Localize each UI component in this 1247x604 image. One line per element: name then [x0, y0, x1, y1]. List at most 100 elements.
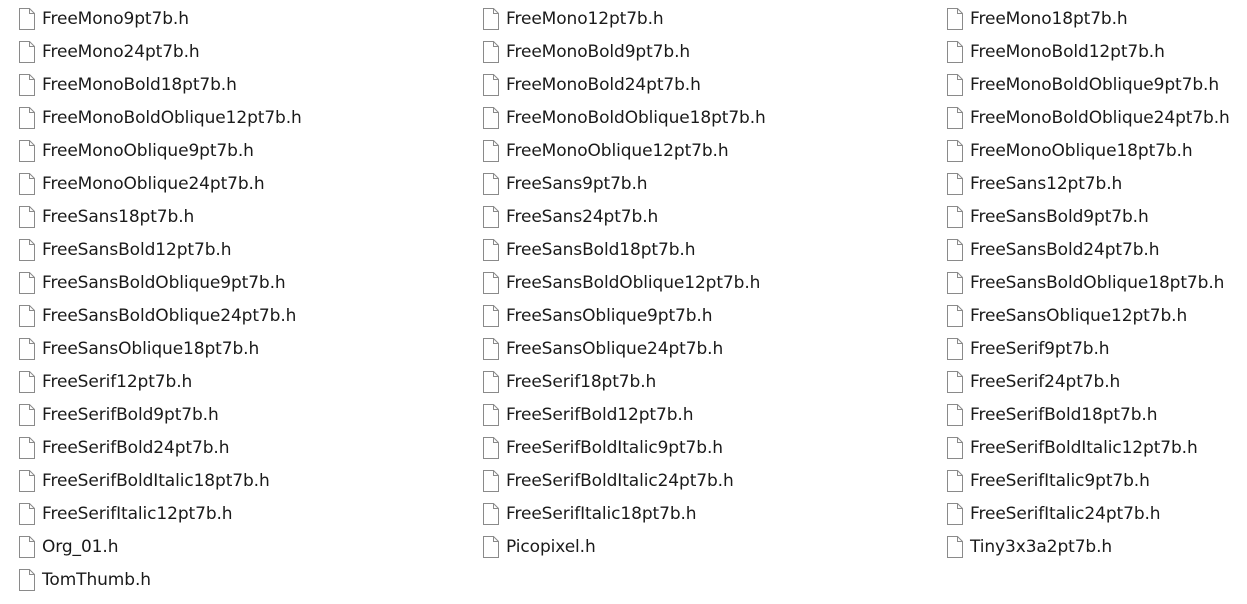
file-item[interactable]: TomThumb.h — [18, 565, 151, 595]
file-item[interactable]: FreeMonoBold24pt7b.h — [482, 70, 701, 100]
file-item[interactable]: FreeMonoOblique24pt7b.h — [18, 169, 265, 199]
file-item[interactable]: Picopixel.h — [482, 532, 596, 562]
file-item[interactable]: FreeSansBoldOblique24pt7b.h — [18, 301, 296, 331]
file-name-label: FreeSerifBold24pt7b.h — [42, 438, 230, 458]
file-item[interactable]: FreeSans9pt7b.h — [482, 169, 648, 199]
file-item[interactable]: FreeMono24pt7b.h — [18, 37, 200, 67]
file-item[interactable]: FreeSansOblique12pt7b.h — [946, 301, 1187, 331]
file-name-label: FreeSansOblique18pt7b.h — [42, 339, 260, 359]
file-item[interactable]: FreeSerifItalic9pt7b.h — [946, 466, 1150, 496]
file-item[interactable]: FreeSerifItalic24pt7b.h — [946, 499, 1161, 529]
file-item[interactable]: FreeMono12pt7b.h — [482, 4, 664, 34]
file-name-label: FreeMono24pt7b.h — [42, 42, 200, 62]
file-item[interactable]: FreeSansBold9pt7b.h — [946, 202, 1149, 232]
file-item[interactable]: FreeMonoOblique12pt7b.h — [482, 136, 729, 166]
file-name-label: Tiny3x3a2pt7b.h — [970, 537, 1113, 557]
file-name-label: FreeSerif18pt7b.h — [506, 372, 657, 392]
file-item[interactable]: FreeMonoOblique9pt7b.h — [18, 136, 254, 166]
file-item[interactable]: FreeMonoBold12pt7b.h — [946, 37, 1165, 67]
file-name-label: FreeSansOblique24pt7b.h — [506, 339, 724, 359]
file-item[interactable]: FreeSans24pt7b.h — [482, 202, 658, 232]
file-name-label: FreeSerif24pt7b.h — [970, 372, 1121, 392]
document-icon — [18, 403, 36, 427]
file-name-label: FreeSansOblique12pt7b.h — [970, 306, 1188, 326]
file-name-label: FreeMonoBold24pt7b.h — [506, 75, 701, 95]
document-icon — [18, 238, 36, 262]
file-name-label: FreeMonoOblique18pt7b.h — [970, 141, 1193, 161]
file-item[interactable]: FreeSerifBold18pt7b.h — [946, 400, 1157, 430]
document-icon — [946, 106, 964, 130]
file-item[interactable]: FreeSerif9pt7b.h — [946, 334, 1110, 364]
file-list: FreeMono9pt7b.h FreeMono12pt7b.h FreeMono1… — [0, 0, 1247, 604]
document-icon — [482, 337, 500, 361]
file-name-label: FreeSansBold18pt7b.h — [506, 240, 696, 260]
document-icon — [946, 73, 964, 97]
file-item[interactable]: Tiny3x3a2pt7b.h — [946, 532, 1112, 562]
document-icon — [482, 73, 500, 97]
file-item[interactable]: FreeSerifBoldItalic24pt7b.h — [482, 466, 734, 496]
file-item[interactable]: FreeSansBoldOblique9pt7b.h — [18, 268, 286, 298]
file-name-label: TomThumb.h — [42, 570, 151, 590]
file-item[interactable]: FreeSansOblique18pt7b.h — [18, 334, 259, 364]
document-icon — [946, 205, 964, 229]
file-item[interactable]: FreeSerifBold12pt7b.h — [482, 400, 693, 430]
file-item[interactable]: FreeMonoBoldOblique18pt7b.h — [482, 103, 766, 133]
file-item[interactable]: FreeSerif24pt7b.h — [946, 367, 1120, 397]
document-icon — [482, 271, 500, 295]
file-item[interactable]: FreeSerifItalic12pt7b.h — [18, 499, 233, 529]
file-item[interactable]: FreeSerifBold24pt7b.h — [18, 433, 229, 463]
file-name-label: FreeMonoBold9pt7b.h — [506, 42, 691, 62]
document-icon — [18, 502, 36, 526]
file-item[interactable]: FreeSerif18pt7b.h — [482, 367, 656, 397]
file-name-label: FreeSerifItalic24pt7b.h — [970, 504, 1161, 524]
document-icon — [18, 535, 36, 559]
file-name-label: FreeSerifBoldItalic24pt7b.h — [506, 471, 734, 491]
file-name-label: FreeSansBold12pt7b.h — [42, 240, 232, 260]
document-icon — [482, 172, 500, 196]
document-icon — [946, 271, 964, 295]
file-item[interactable]: FreeSerifBold9pt7b.h — [18, 400, 219, 430]
file-item[interactable]: FreeSansBoldOblique12pt7b.h — [482, 268, 760, 298]
document-icon — [18, 337, 36, 361]
file-item[interactable]: FreeSansBold18pt7b.h — [482, 235, 695, 265]
file-item[interactable]: FreeMonoBoldOblique12pt7b.h — [18, 103, 302, 133]
file-item[interactable]: FreeMonoOblique18pt7b.h — [946, 136, 1193, 166]
file-item[interactable]: FreeSansBoldOblique18pt7b.h — [946, 268, 1224, 298]
file-item[interactable]: FreeMonoBoldOblique9pt7b.h — [946, 70, 1219, 100]
file-item[interactable]: FreeSerifBoldItalic18pt7b.h — [18, 466, 270, 496]
document-icon — [482, 502, 500, 526]
file-name-label: FreeSerifBoldItalic12pt7b.h — [970, 438, 1198, 458]
file-item[interactable]: FreeMonoBold9pt7b.h — [482, 37, 690, 67]
file-item[interactable]: FreeSansOblique24pt7b.h — [482, 334, 723, 364]
document-icon — [18, 40, 36, 64]
document-icon — [18, 172, 36, 196]
file-item[interactable]: FreeSerif12pt7b.h — [18, 367, 192, 397]
document-icon — [482, 469, 500, 493]
document-icon — [482, 370, 500, 394]
file-item[interactable]: FreeSansBold12pt7b.h — [18, 235, 231, 265]
file-item[interactable]: FreeMonoBoldOblique24pt7b.h — [946, 103, 1230, 133]
document-icon — [18, 568, 36, 592]
document-icon — [482, 205, 500, 229]
document-icon — [18, 7, 36, 31]
file-item[interactable]: FreeSerifItalic18pt7b.h — [482, 499, 697, 529]
document-icon — [18, 139, 36, 163]
file-item[interactable]: FreeMono9pt7b.h — [18, 4, 189, 34]
file-item[interactable]: Org_01.h — [18, 532, 118, 562]
file-item[interactable]: FreeSerifBoldItalic9pt7b.h — [482, 433, 723, 463]
file-item[interactable]: FreeSans18pt7b.h — [18, 202, 194, 232]
file-name-label: FreeSans24pt7b.h — [506, 207, 659, 227]
file-item[interactable]: FreeSansOblique9pt7b.h — [482, 301, 713, 331]
file-item[interactable]: FreeSansBold24pt7b.h — [946, 235, 1159, 265]
document-icon — [482, 436, 500, 460]
file-name-label: FreeSerifBold18pt7b.h — [970, 405, 1158, 425]
file-name-label: FreeMonoBold18pt7b.h — [42, 75, 237, 95]
file-item[interactable]: FreeMono18pt7b.h — [946, 4, 1128, 34]
document-icon — [946, 7, 964, 31]
file-name-label: FreeSans18pt7b.h — [42, 207, 195, 227]
file-name-label: FreeMonoBoldOblique12pt7b.h — [42, 108, 302, 128]
file-item[interactable]: FreeSerifBoldItalic12pt7b.h — [946, 433, 1198, 463]
document-icon — [946, 403, 964, 427]
file-item[interactable]: FreeMonoBold18pt7b.h — [18, 70, 237, 100]
file-item[interactable]: FreeSans12pt7b.h — [946, 169, 1122, 199]
